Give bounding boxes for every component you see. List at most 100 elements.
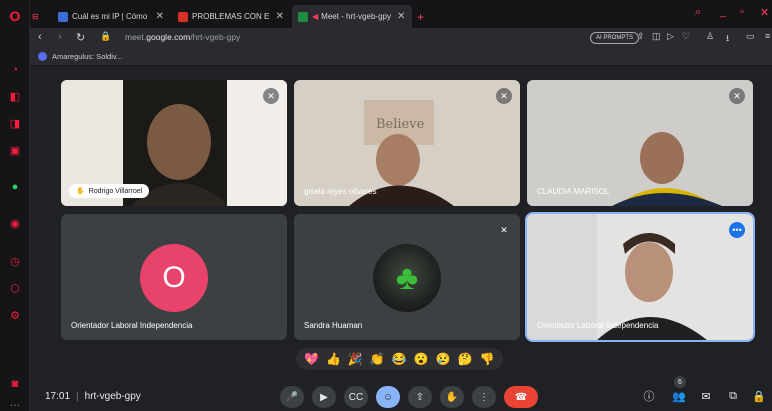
settings-icon[interactable]: ⚙ [7,307,23,323]
browser-window: O ◔ ◧ ◨ ▣ ● ◉ ◷ ⬡ ⚙ ◙ … ⊟ Cuál es mi IP … [0,0,772,411]
more-icon[interactable]: … [7,395,23,411]
heart-icon[interactable]: ♡ [682,31,690,42]
mic-off-icon: ✕ [263,88,279,104]
meet-icon [298,11,308,22]
participant-tile[interactable]: Believe ✕ gisela reyes olivares [294,80,520,206]
snapshot-icon[interactable]: ◙ [7,376,23,392]
extensions-icon[interactable]: ⬡ [7,280,23,296]
activities-icon[interactable]: ⧉ [724,387,742,405]
lock-icon[interactable]: 🔒 [100,31,111,42]
new-tab-button[interactable]: + [414,5,430,28]
reaction-party-icon[interactable]: 🎉 [348,352,363,366]
tab-title: Cuál es mi IP | Cómo saber [72,12,150,21]
mic-off-icon: ✕ [496,222,512,238]
minimize-button[interactable]: _ [720,6,726,18]
info-icon[interactable]: ⓘ [640,387,658,405]
menu-icon[interactable]: ≡ [765,31,770,41]
participant-name: Orientador Laboral Independencia [537,321,659,330]
tab-favicon-icon [58,11,68,22]
send-icon[interactable]: ▷ [667,31,674,42]
raise-hand-button[interactable]: ✋ [440,386,464,408]
opera-sidebar: O ◔ ◧ ◨ ▣ ● ◉ ◷ ⬡ ⚙ ◙ … [0,0,30,411]
svg-text:Believe: Believe [376,117,425,132]
reaction-thinking-icon[interactable]: 🤔 [458,352,473,366]
more-options-icon[interactable]: ••• [729,222,745,238]
messenger-icon[interactable]: ◨ [7,115,23,131]
speed-dial-icon[interactable]: ◔ [7,62,23,78]
people-icon[interactable]: 👥 [670,387,688,405]
reaction-laugh-icon[interactable]: 😂 [392,352,407,366]
camera-icon[interactable]: ◫ [652,31,661,42]
tab-strip: ⊟ Cuál es mi IP | Cómo saber ✕ PROBLEMAS… [30,0,772,28]
bookmark-item[interactable]: Amaregulus: Soldiv... [38,52,122,61]
tab-problemas[interactable]: PROBLEMAS CON EL LINK ✕ [172,5,290,28]
tab-indicator[interactable]: ⊟ [32,5,42,28]
more-options-button[interactable]: ⋮ [472,386,496,408]
address-bar-row: ‹ › ↻ 🔒 meet.google.com/hrt-vgeb-gpy AI … [30,28,772,48]
audio-playing-icon[interactable]: ◀ [312,12,318,21]
hand-icon: ✋ [76,188,85,195]
present-button[interactable]: ⇧ [408,386,432,408]
share-icon[interactable]: ⇪ [637,31,645,42]
close-icon[interactable]: ✕ [156,11,164,22]
tab-title: PROBLEMAS CON EL LINK [192,12,270,21]
avatar: O [140,244,208,312]
account-icon[interactable]: ♙ [706,31,714,42]
chat-icon[interactable]: ✉ [697,387,715,405]
leave-call-button[interactable]: ☎ [504,386,538,408]
clover-avatar: ♣ [373,244,441,312]
tab-title: Meet - hrt-vgeb-gpy [321,12,391,21]
reaction-thumbs-up-icon[interactable]: 👍 [326,352,341,366]
participant-name: Sandra Huaman [304,321,363,330]
meeting-code: hrt-vgeb-gpy [84,391,141,402]
bookmarks-bar: Amaregulus: Soldiv... [30,48,772,66]
participant-name: Orientador Laboral Independencia [71,321,193,330]
back-icon[interactable]: ‹ [38,31,42,43]
ai-prompts-button[interactable]: AI PROMPTS [590,32,640,44]
history-icon[interactable]: ◷ [7,253,23,269]
meet-stage: ✕ ✋ Rodrigo Villarroel Believe ✕ gisela … [30,66,772,411]
player-icon[interactable]: ◉ [7,215,23,231]
close-window-button[interactable]: ✕ [760,6,769,19]
reaction-heart-icon[interactable]: 💖 [304,352,319,366]
reaction-thumbs-down-icon[interactable]: 👎 [480,352,495,366]
participant-name: gisela reyes olivares [304,187,377,196]
reaction-clap-icon[interactable]: 👏 [370,352,385,366]
reactions-bar: 💖 👍 🎉 👏 😂 😮 😢 🤔 👎 [296,348,503,370]
participant-tile[interactable]: O Orientador Laboral Independencia [61,214,287,340]
captions-button[interactable]: CC [344,386,368,408]
clock: 17:01 [45,391,71,402]
opera-logo-icon[interactable]: O [7,8,23,24]
close-icon[interactable]: ✕ [276,11,284,22]
mic-off-icon: ✕ [729,88,745,104]
workspaces-icon[interactable]: ▣ [7,142,23,158]
tab-ip[interactable]: Cuál es mi IP | Cómo saber ✕ [52,5,170,28]
whatsapp-icon[interactable]: ● [7,179,23,195]
participant-name: CLAUDIA MARISOL [537,187,610,196]
mic-button[interactable]: 🎤 [280,386,304,408]
participant-tile[interactable]: ✕ CLAUDIA MARISOL [527,80,753,206]
participant-tile[interactable]: ✕ ✋ Rodrigo Villarroel [61,80,287,206]
meeting-info: 17:01 | hrt-vgeb-gpy [45,391,141,402]
reaction-sad-icon[interactable]: 😢 [436,352,451,366]
tab-meet[interactable]: ◀ Meet - hrt-vgeb-gpy ✕ [292,5,412,28]
battery-icon[interactable]: ▭ [746,31,755,42]
mic-off-icon: ✕ [496,88,512,104]
search-tabs-icon[interactable]: ⌕ [695,6,701,19]
participant-tile[interactable]: ♣ ✕ Sandra Huaman [294,214,520,340]
self-view-tile[interactable]: ••• Orientador Laboral Independencia [525,212,755,342]
camera-button[interactable]: ▶ [312,386,336,408]
gmail-icon [178,11,188,22]
close-icon[interactable]: ✕ [397,11,405,22]
name-chip: ✋ Rodrigo Villarroel [69,184,150,198]
reload-icon[interactable]: ↻ [76,31,85,44]
emoji-button[interactable]: ☺ [376,386,400,408]
forward-icon[interactable]: › [58,31,62,43]
shopping-bag-icon[interactable]: ◧ [7,88,23,104]
bookmark-favicon-icon [38,52,47,61]
reaction-surprised-icon[interactable]: 😮 [414,352,429,366]
host-controls-icon[interactable]: 🔒 [750,387,768,405]
download-icon[interactable]: ⭳ [726,31,729,47]
url-field[interactable]: meet.google.com/hrt-vgeb-gpy [125,32,240,42]
maximize-button[interactable]: ▫ [740,6,744,18]
